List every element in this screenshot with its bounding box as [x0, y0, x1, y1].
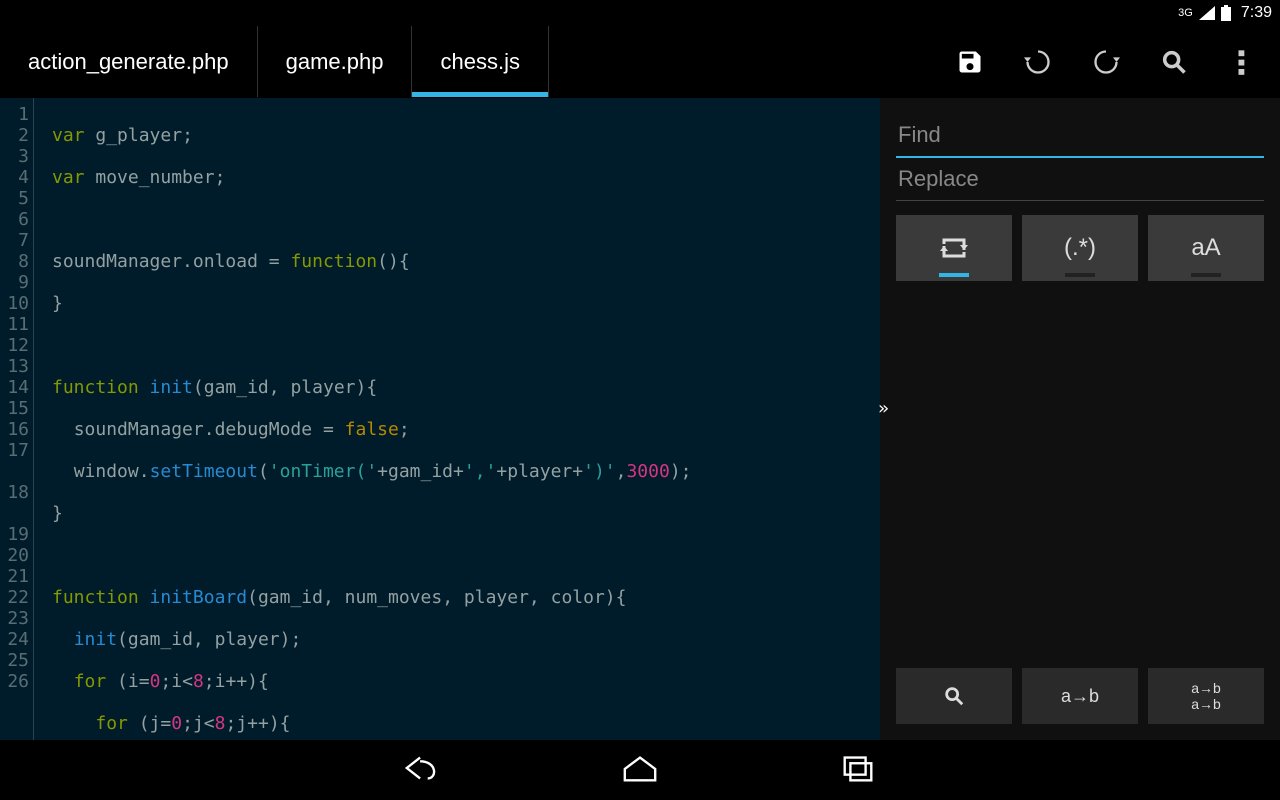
tab-bar: action_generate.php game.php chess.js [0, 26, 1280, 98]
network-3g-icon: 3G [1178, 7, 1193, 19]
replace-input[interactable] [896, 158, 1264, 201]
save-icon[interactable] [940, 32, 1000, 92]
code-content[interactable]: var g_player; var move_number; soundMana… [34, 98, 880, 740]
recent-apps-icon[interactable] [839, 753, 877, 787]
menu-icon[interactable] [1212, 32, 1272, 92]
clock: 7:39 [1241, 4, 1272, 22]
tab-game[interactable]: game.php [258, 26, 413, 97]
android-nav-bar [0, 740, 1280, 800]
tab-action-generate[interactable]: action_generate.php [0, 26, 258, 97]
collapse-panel-icon[interactable]: » [878, 398, 889, 419]
tab-chess[interactable]: chess.js [412, 26, 548, 97]
replace-one-button[interactable]: a→b [1022, 668, 1138, 724]
signal-icon [1199, 6, 1215, 20]
loop-option-button[interactable] [896, 215, 1012, 281]
match-case-option-button[interactable]: aA [1148, 215, 1264, 281]
undo-icon[interactable] [1008, 32, 1068, 92]
home-icon[interactable] [621, 753, 659, 787]
find-replace-panel: » (.*) aA a→b a→b a→b [880, 98, 1280, 740]
android-status-bar: 3G 7:39 [0, 0, 1280, 26]
find-next-button[interactable] [896, 668, 1012, 724]
find-input[interactable] [896, 114, 1264, 158]
line-gutter: 123 456 789 101112 131415 1617 18 192021… [0, 98, 34, 740]
replace-all-button[interactable]: a→b a→b [1148, 668, 1264, 724]
code-editor[interactable]: 123 456 789 101112 131415 1617 18 192021… [0, 98, 880, 740]
search-icon[interactable] [1144, 32, 1204, 92]
battery-icon [1221, 5, 1231, 21]
back-icon[interactable] [403, 753, 441, 787]
regex-option-button[interactable]: (.*) [1022, 215, 1138, 281]
redo-icon[interactable] [1076, 32, 1136, 92]
